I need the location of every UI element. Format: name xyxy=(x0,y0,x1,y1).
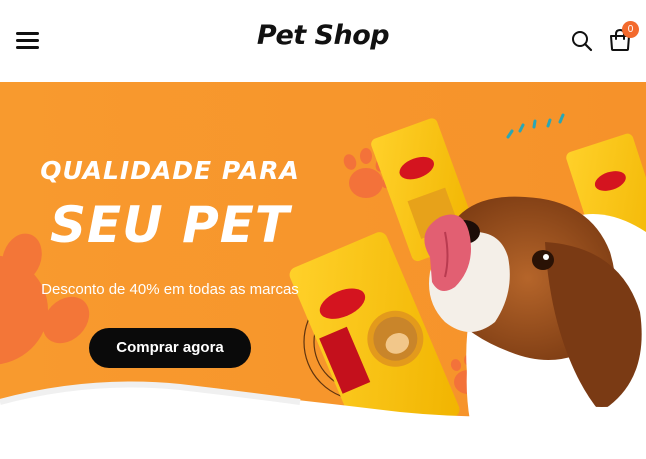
hero-headline-line2: SEU PET xyxy=(49,196,291,254)
hero-banner: QUALIDADE PARA SEU PET Desconto de 40% e… xyxy=(0,82,646,459)
hero-headline-line1: QUALIDADE PARA xyxy=(40,156,300,185)
site-header: Pet Shop 0 xyxy=(0,0,646,82)
cart-count-badge: 0 xyxy=(622,21,639,38)
hero-illustration xyxy=(0,82,646,459)
logo[interactable]: Pet Shop xyxy=(0,20,646,51)
buy-now-button[interactable]: Comprar agora xyxy=(89,328,251,368)
search-icon[interactable] xyxy=(571,30,593,52)
hero-subtitle: Desconto de 40% em todas as marcas xyxy=(41,281,299,298)
